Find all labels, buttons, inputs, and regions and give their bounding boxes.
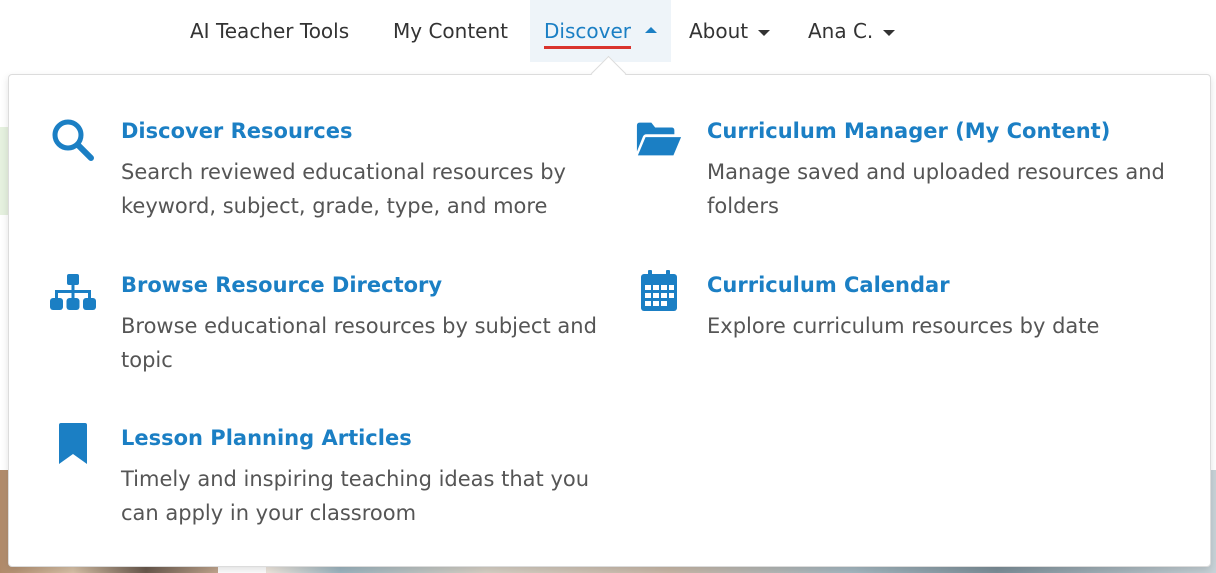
menu-item-title: Curriculum Calendar — [707, 273, 950, 297]
menu-item-title: Browse Resource Directory — [121, 273, 443, 297]
menu-item-curriculum-calendar[interactable]: Curriculum Calendar Explore curriculum r… — [635, 270, 1135, 351]
menu-item-title: Discover Resources — [121, 119, 353, 143]
caret-down-icon — [758, 29, 771, 36]
menu-item-description: Timely and inspiring teaching ideas that… — [121, 467, 590, 525]
nav-item-label: Ana C. — [808, 19, 874, 43]
folder-open-icon — [635, 117, 683, 165]
sitemap-icon — [49, 271, 97, 319]
menu-item-browse-resource-directory[interactable]: Browse Resource Directory Browse educati… — [49, 271, 597, 381]
nav-item-discover[interactable]: Discover — [530, 0, 671, 62]
nav-item-label: About — [689, 19, 749, 43]
caret-up-icon — [644, 27, 657, 33]
menu-item-curriculum-manager[interactable]: Curriculum Manager (My Content) Manage s… — [635, 117, 1165, 227]
discover-dropdown-menu: Discover Resources Search reviewed educa… — [8, 74, 1211, 567]
bookmark-icon — [49, 423, 97, 472]
menu-item-description: Manage saved and uploaded resources and … — [707, 160, 1165, 218]
caret-down-icon — [883, 29, 896, 36]
calendar-icon — [635, 270, 683, 319]
nav-item-user-menu[interactable]: Ana C. — [808, 0, 896, 62]
nav-item-my-content[interactable]: My Content — [393, 0, 508, 62]
nav-item-ai-teacher-tools[interactable]: AI Teacher Tools — [190, 0, 349, 62]
menu-item-description: Browse educational resources by subject … — [121, 314, 597, 372]
menu-item-title: Curriculum Manager (My Content) — [707, 119, 1111, 143]
menu-item-description: Explore curriculum resources by date — [707, 314, 1100, 338]
nav-item-about[interactable]: About — [689, 0, 771, 62]
nav-item-label: My Content — [393, 19, 508, 43]
nav-item-label: Discover — [544, 19, 631, 49]
menu-item-title: Lesson Planning Articles — [121, 426, 412, 450]
menu-item-lesson-planning-articles[interactable]: Lesson Planning Articles Timely and insp… — [49, 423, 589, 534]
search-icon — [49, 117, 97, 165]
menu-item-discover-resources[interactable]: Discover Resources Search reviewed educa… — [49, 117, 566, 227]
menu-item-description: Search reviewed educational resources by… — [121, 160, 566, 218]
background-banner — [0, 127, 8, 215]
nav-item-label: AI Teacher Tools — [190, 19, 350, 43]
